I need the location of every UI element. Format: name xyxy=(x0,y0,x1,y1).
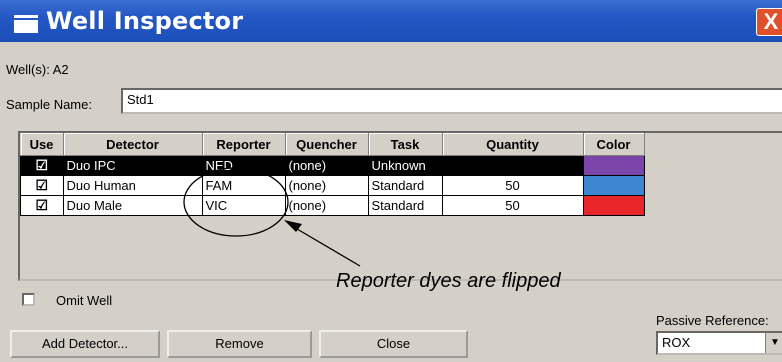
detector-cell-text: Duo Human xyxy=(66,178,136,193)
color-swatch[interactable] xyxy=(582,155,645,176)
quantity-cell[interactable]: 50 xyxy=(441,175,584,196)
detector-table: Use Detector Reporter Quencher Task Quan… xyxy=(20,133,645,216)
quencher-cell[interactable]: (none) xyxy=(284,155,369,176)
sample-name-label: Sample Name: xyxy=(6,97,92,112)
well-inspector-window: Well Inspector X Well(s): A2 Sample Name… xyxy=(0,0,782,362)
detector-cell[interactable]: Duo IPC xyxy=(62,155,203,176)
header-quantity[interactable]: Quantity xyxy=(442,133,584,156)
header-reporter[interactable]: Reporter xyxy=(202,133,286,156)
reporter-cell[interactable]: VIC xyxy=(201,195,286,216)
header-detector[interactable]: Detector xyxy=(63,133,203,156)
table-row[interactable]: ☑ Duo IPC NED (none) Unknown xyxy=(20,155,645,176)
quantity-cell-text: 50 xyxy=(505,178,520,193)
task-cell[interactable]: Unknown xyxy=(367,155,443,176)
task-cell-text: Standard xyxy=(371,178,425,193)
omit-well-checkbox[interactable] xyxy=(22,293,35,306)
table-row[interactable]: ☑ Duo Human FAM (none) Standard 50 xyxy=(20,175,645,196)
detector-grid: Use Detector Reporter Quencher Task Quan… xyxy=(18,131,782,281)
close-window-button[interactable]: X xyxy=(756,8,782,36)
quantity-cell-text: 50 xyxy=(505,198,520,213)
omit-well-label: Omit Well xyxy=(56,293,113,308)
window-title: Well Inspector xyxy=(46,7,244,35)
task-cell-text: Unknown xyxy=(371,158,426,173)
task-cell-text: Standard xyxy=(371,198,425,213)
quencher-cell-text: (none) xyxy=(288,158,327,173)
wells-label: Well(s): A2 xyxy=(6,62,69,77)
header-task[interactable]: Task xyxy=(368,133,443,156)
table-row[interactable]: ☑ Duo Male VIC (none) Standard 50 xyxy=(20,195,645,216)
chevron-down-icon[interactable]: ▼ xyxy=(765,333,782,353)
reporter-cell-text: NED xyxy=(205,158,233,173)
color-swatch[interactable] xyxy=(582,195,645,216)
use-checkbox-text: ☑ xyxy=(35,177,49,193)
close-button[interactable]: Close xyxy=(319,330,468,358)
quencher-cell[interactable]: (none) xyxy=(284,195,369,216)
color-swatch[interactable] xyxy=(582,175,645,196)
detector-cell[interactable]: Duo Male xyxy=(62,195,203,216)
task-cell[interactable]: Standard xyxy=(367,175,443,196)
use-checkbox[interactable]: ☑ xyxy=(20,175,64,196)
passive-reference-value: ROX xyxy=(662,335,691,350)
detector-cell-text: Duo IPC xyxy=(66,158,116,173)
passive-reference-label: Passive Reference: xyxy=(656,313,769,328)
use-checkbox[interactable]: ☑ xyxy=(20,155,64,176)
quantity-cell[interactable] xyxy=(441,155,584,176)
header-color[interactable]: Color xyxy=(583,133,645,156)
annotation-text: Reporter dyes are flipped xyxy=(336,270,561,292)
reporter-cell-text: VIC xyxy=(205,198,228,213)
header-quencher[interactable]: Quencher xyxy=(285,133,369,156)
window-icon xyxy=(14,15,38,33)
quantity-cell[interactable]: 50 xyxy=(441,195,584,216)
use-checkbox-text: ☑ xyxy=(35,197,49,213)
detector-cell[interactable]: Duo Human xyxy=(62,175,203,196)
use-checkbox-text: ☑ xyxy=(35,157,49,173)
sample-name-field[interactable]: Std1 xyxy=(121,88,782,114)
reporter-cell-text: FAM xyxy=(205,178,233,193)
reporter-cell[interactable]: FAM xyxy=(201,175,286,196)
title-bar: Well Inspector X xyxy=(0,0,782,42)
detector-cell-text: Duo Male xyxy=(66,198,123,213)
header-use[interactable]: Use xyxy=(20,133,64,156)
add-detector-button[interactable]: Add Detector... xyxy=(10,330,160,358)
passive-reference-select[interactable]: ROX ▼ xyxy=(656,331,782,355)
quencher-cell-text: (none) xyxy=(288,178,327,193)
task-cell[interactable]: Standard xyxy=(367,195,443,216)
reporter-cell[interactable]: NED xyxy=(201,155,286,176)
use-checkbox[interactable]: ☑ xyxy=(20,195,64,216)
remove-button[interactable]: Remove xyxy=(167,330,312,358)
quencher-cell-text: (none) xyxy=(288,198,327,213)
quencher-cell[interactable]: (none) xyxy=(284,175,369,196)
